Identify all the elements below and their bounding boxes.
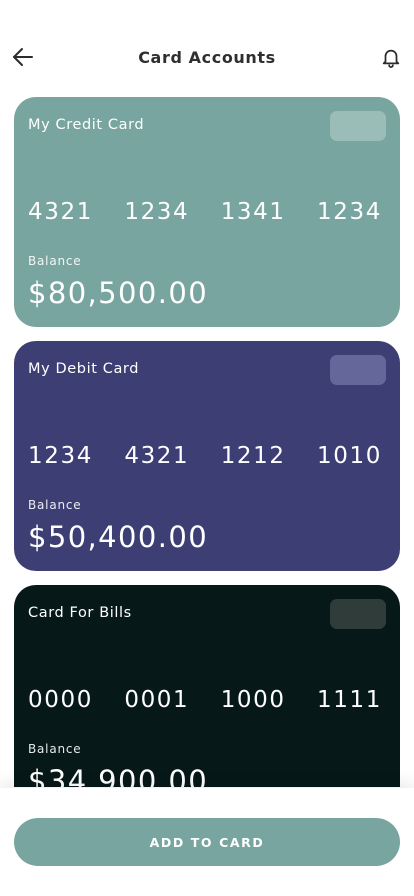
balance-label: Balance (28, 254, 82, 268)
card-name: Card For Bills (28, 605, 132, 621)
card-chip-icon (330, 355, 386, 385)
balance-label: Balance (28, 742, 82, 756)
card-number-group: 1234 (317, 199, 382, 225)
balance-amount: $34,900.00 (28, 764, 209, 787)
card-accounts-screen: Card Accounts My Credit Card 4321 1234 1… (0, 0, 414, 896)
card-name: My Debit Card (28, 361, 140, 377)
page-title: Card Accounts (138, 48, 276, 67)
card-number-group: 1234 (124, 199, 190, 225)
card-chip-icon (330, 599, 386, 629)
app-header: Card Accounts (0, 30, 414, 86)
notifications-button[interactable] (376, 42, 406, 72)
credit-card[interactable]: My Credit Card 4321 1234 1341 1234 Balan… (14, 97, 400, 327)
card-number-group: 0000 (28, 687, 93, 713)
bottom-action-bar: ADD TO CARD (0, 788, 414, 896)
card-number-group: 1234 (28, 443, 93, 469)
card-name: My Credit Card (28, 117, 145, 133)
balance-label: Balance (28, 498, 82, 512)
card-number-group: 1111 (317, 687, 382, 713)
debit-card[interactable]: My Debit Card 1234 4321 1212 1010 Balanc… (14, 341, 400, 571)
card-number-group: 4321 (28, 199, 93, 225)
bell-icon (382, 49, 400, 68)
card-number-group: 1212 (220, 443, 286, 469)
card-number: 0000 0001 1000 1111 (28, 687, 382, 713)
balance-amount: $50,400.00 (28, 520, 209, 554)
card-list: My Credit Card 4321 1234 1341 1234 Balan… (14, 97, 400, 787)
card-number-group: 1000 (220, 687, 286, 713)
card-number-group: 1341 (220, 199, 286, 225)
add-to-card-button[interactable]: ADD TO CARD (14, 818, 400, 866)
card-number-group: 0001 (124, 687, 190, 713)
balance-amount: $80,500.00 (28, 276, 209, 310)
bills-card[interactable]: Card For Bills 0000 0001 1000 1111 Balan… (14, 585, 400, 787)
card-chip-icon (330, 111, 386, 141)
card-number: 1234 4321 1212 1010 (28, 443, 382, 469)
card-number: 4321 1234 1341 1234 (28, 199, 382, 225)
card-number-group: 1010 (317, 443, 382, 469)
card-number-group: 4321 (124, 443, 190, 469)
